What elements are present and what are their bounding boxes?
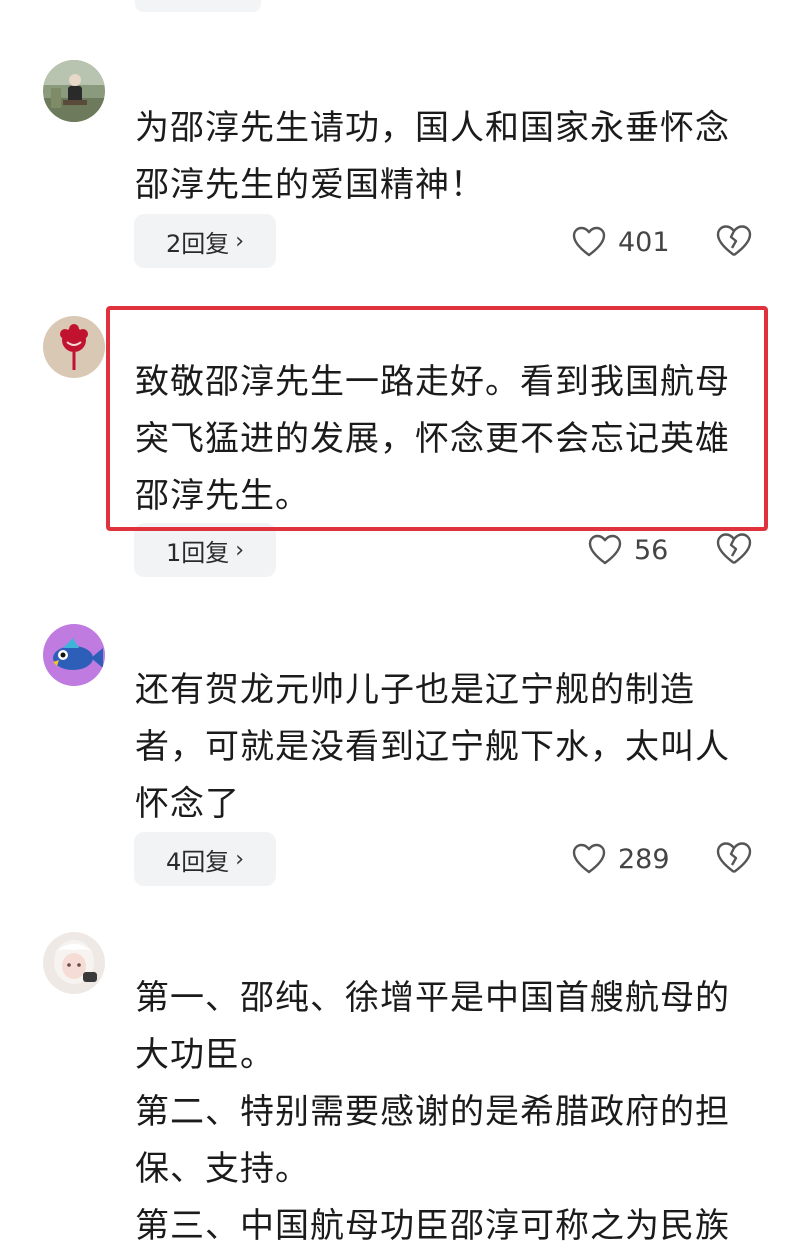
- avatar[interactable]: [43, 60, 105, 122]
- like-button[interactable]: 56: [588, 530, 668, 570]
- heart-outline-icon: [572, 226, 606, 257]
- heart-outline-icon: [572, 843, 606, 874]
- chevron-right-icon: ›: [235, 537, 245, 563]
- anime-girl-avatar-icon: [43, 932, 105, 994]
- broken-heart-icon: [716, 225, 752, 256]
- avatar[interactable]: [43, 624, 105, 686]
- reply-label: 2回复: [165, 229, 230, 258]
- reply-label: 1回复: [165, 538, 230, 567]
- dislike-button[interactable]: [716, 841, 752, 877]
- reply-button[interactable]: 1回复 ›: [134, 523, 276, 577]
- chevron-right-icon: ›: [235, 228, 245, 254]
- like-button[interactable]: 289: [572, 839, 670, 879]
- previous-reply-button[interactable]: [135, 0, 261, 12]
- reply-label: 4回复: [165, 847, 230, 876]
- like-button[interactable]: 401: [572, 222, 670, 262]
- comment-text: 为邵淳先生请功，国人和国家永垂怀念 邵淳先生的爱国精神！: [135, 108, 730, 205]
- reply-button[interactable]: 4回复 ›: [134, 832, 276, 886]
- reply-button[interactable]: 2回复 ›: [134, 214, 276, 268]
- dislike-button[interactable]: [716, 532, 752, 568]
- cartoon-fish-avatar-icon: [43, 624, 105, 686]
- heart-outline-icon: [588, 534, 622, 565]
- comment-text: 第一、邵纯、徐增平是中国首艘航母的 大功臣。 第二、特别需要感谢的是希腊政府的担…: [135, 978, 730, 1246]
- highlight-annotation-box: [106, 306, 768, 531]
- red-flower-avatar-icon: [43, 316, 105, 378]
- man-sitting-avatar-icon: [43, 60, 105, 122]
- broken-heart-icon: [716, 533, 752, 564]
- avatar[interactable]: [43, 316, 105, 378]
- dislike-button[interactable]: [716, 224, 752, 260]
- like-count: 401: [618, 226, 670, 258]
- avatar[interactable]: [43, 932, 105, 994]
- broken-heart-icon: [716, 842, 752, 873]
- comment-text: 还有贺龙元帅儿子也是辽宁舰的制造 者，可就是没看到辽宁舰下水，太叫人 怀念了: [135, 670, 730, 824]
- chevron-right-icon: ›: [235, 846, 245, 872]
- like-count: 56: [634, 534, 669, 566]
- like-count: 289: [618, 843, 670, 875]
